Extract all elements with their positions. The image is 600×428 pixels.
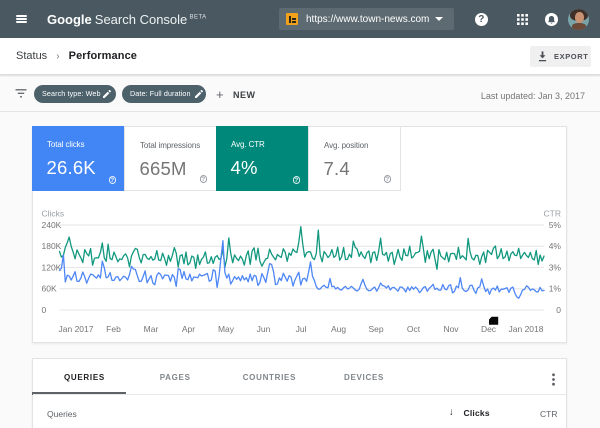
- svg-text:Dec: Dec: [481, 324, 497, 334]
- svg-text:Apr: Apr: [182, 324, 195, 334]
- svg-text:Jun: Jun: [257, 324, 271, 334]
- svg-text:1%: 1%: [549, 284, 562, 294]
- svg-text:Oct: Oct: [407, 324, 421, 334]
- svg-text:Jan 2018: Jan 2018: [509, 324, 544, 334]
- svg-text:240K: 240K: [42, 220, 62, 230]
- svg-text:0: 0: [556, 305, 561, 315]
- svg-text:Nov: Nov: [443, 324, 459, 334]
- svg-text:Clicks: Clicks: [42, 209, 65, 219]
- svg-text:Sep: Sep: [368, 324, 383, 334]
- svg-text:Jul: Jul: [296, 324, 307, 334]
- svg-text:May: May: [218, 324, 235, 334]
- svg-text:CTR: CTR: [544, 209, 561, 219]
- svg-text:Mar: Mar: [144, 324, 159, 334]
- svg-text:5%: 5%: [549, 220, 562, 230]
- svg-text:Jan 2017: Jan 2017: [59, 324, 94, 334]
- svg-text:180K: 180K: [42, 241, 62, 251]
- svg-text:120K: 120K: [42, 263, 62, 273]
- svg-text:60K: 60K: [42, 284, 57, 294]
- svg-text:0: 0: [42, 305, 47, 315]
- svg-text:Aug: Aug: [331, 324, 346, 334]
- svg-text:3%: 3%: [549, 263, 562, 273]
- svg-text:4%: 4%: [549, 241, 562, 251]
- svg-text:Feb: Feb: [106, 324, 121, 334]
